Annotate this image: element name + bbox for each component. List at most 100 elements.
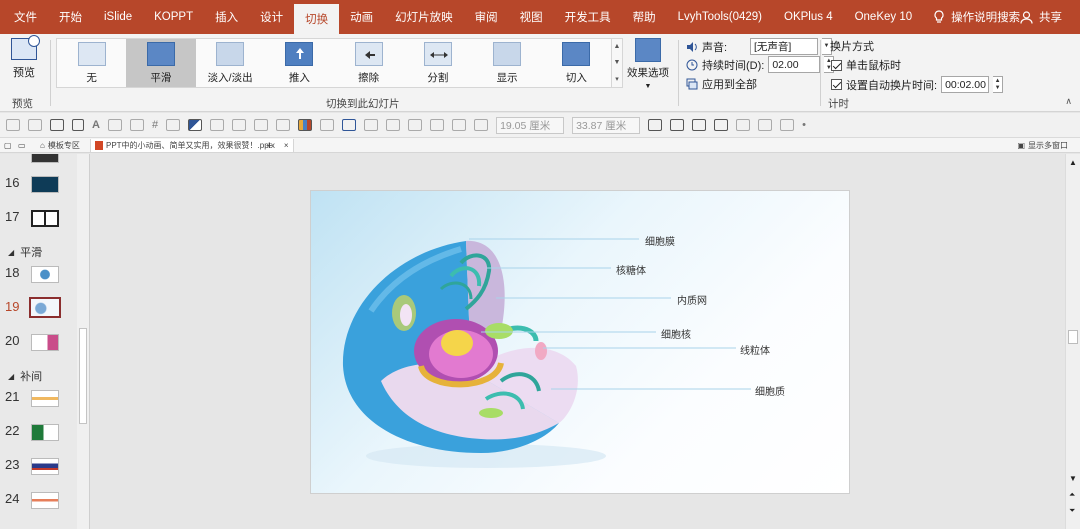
- chart-icon[interactable]: [298, 119, 313, 131]
- transition-none[interactable]: 无: [57, 39, 126, 87]
- chevron-down-icon[interactable]: ▼: [614, 59, 621, 66]
- slide-item[interactable]: 24: [0, 488, 80, 512]
- section-header[interactable]: ◢ 平滑: [8, 244, 42, 260]
- gallery-scroll[interactable]: ▲ ▼ ▾: [612, 38, 623, 88]
- eyedropper-icon[interactable]: [232, 119, 247, 131]
- more-icon[interactable]: •: [802, 119, 806, 131]
- after-time-checkbox[interactable]: 设置自动换片时间: 00:02.00 ▲ ▼: [831, 76, 1004, 93]
- tab-animations[interactable]: 动画: [339, 0, 384, 34]
- transition-fade[interactable]: 淡入/淡出: [196, 39, 265, 87]
- align-icon[interactable]: [166, 119, 181, 131]
- slide-thumbnail[interactable]: [31, 154, 59, 163]
- transition-cut[interactable]: 切入: [542, 39, 611, 87]
- slide-item[interactable]: 18: [0, 262, 80, 286]
- picture-icon[interactable]: [648, 119, 663, 131]
- next-slide-icon[interactable]: ⏷: [1069, 506, 1075, 516]
- tab-developer[interactable]: 开发工具: [554, 0, 622, 34]
- tab-file[interactable]: 文件: [0, 0, 48, 34]
- shapes-icon[interactable]: [320, 119, 335, 131]
- checkbox-checked[interactable]: [831, 59, 842, 71]
- after-time-input[interactable]: 00:02.00: [941, 76, 990, 93]
- slide-item[interactable]: 23: [0, 454, 80, 478]
- copy-icon[interactable]: [692, 119, 707, 131]
- apply-all-button[interactable]: 应用到全部: [686, 76, 757, 92]
- share-button[interactable]: 共享: [1020, 0, 1062, 34]
- transition-split[interactable]: 分割: [403, 39, 472, 87]
- tab-okplus[interactable]: OKPlus 4: [773, 0, 844, 34]
- font-color-icon[interactable]: A: [92, 119, 100, 131]
- chevron-down-icon[interactable]: ▼: [995, 85, 1001, 92]
- chevron-up-icon[interactable]: ▲: [995, 78, 1001, 85]
- doc-tab-current[interactable]: PPT中的小动画、简单又实用，效果很赞！.pptx ×: [90, 139, 294, 152]
- tab-review[interactable]: 审阅: [464, 0, 509, 34]
- more-icon[interactable]: ▾: [615, 75, 619, 83]
- distribute-icon[interactable]: [474, 119, 489, 131]
- frame-icon[interactable]: [50, 119, 64, 131]
- chevron-down-icon[interactable]: ▼: [1069, 474, 1077, 483]
- section-header[interactable]: ◢ 补间: [8, 368, 42, 384]
- format-painter-icon[interactable]: [758, 119, 773, 131]
- chevron-up-icon[interactable]: ▲: [1069, 158, 1077, 167]
- shape-width-field[interactable]: 19.05 厘米: [496, 116, 565, 134]
- new-doc-icon[interactable]: ▢: [4, 139, 12, 152]
- arrange-icon[interactable]: [736, 119, 751, 131]
- tab-insert[interactable]: 插入: [204, 0, 249, 34]
- after-time-stepper[interactable]: ▲ ▼: [993, 76, 1004, 93]
- add-tab-button[interactable]: +: [266, 139, 272, 152]
- align-top-icon[interactable]: [430, 119, 445, 131]
- tell-me-search[interactable]: 操作说明搜索: [933, 9, 1020, 25]
- slide-item[interactable]: 20: [0, 330, 80, 354]
- rotate-icon[interactable]: [364, 119, 379, 131]
- slide-item[interactable]: 22: [0, 420, 80, 444]
- show-multi-window-button[interactable]: ▣ 显示多窗口: [1017, 139, 1068, 152]
- slides-scrollbar[interactable]: [77, 154, 89, 529]
- transition-morph[interactable]: 平滑: [126, 39, 196, 87]
- tab-view[interactable]: 视图: [509, 0, 554, 34]
- on-click-checkbox[interactable]: 单击鼠标时: [831, 57, 901, 73]
- tab-islide[interactable]: iSlide: [93, 0, 143, 34]
- tab-koppt[interactable]: KOPPT: [143, 0, 204, 34]
- collapse-ribbon-icon[interactable]: ∧: [1065, 96, 1072, 107]
- canvas-scrollbar[interactable]: ▲ ▼ ⏶ ⏷: [1065, 154, 1080, 529]
- shape-effects-icon[interactable]: [129, 119, 144, 131]
- ungroup-icon[interactable]: [408, 119, 423, 131]
- tab-help[interactable]: 帮助: [622, 0, 667, 34]
- layout-icon[interactable]: [714, 119, 729, 131]
- tab-design[interactable]: 设计: [249, 0, 294, 34]
- duration-input[interactable]: 02.00: [768, 56, 821, 73]
- slide-item[interactable]: 21: [0, 386, 80, 410]
- folder-icon[interactable]: ▭: [18, 139, 26, 152]
- textbox-icon[interactable]: [72, 119, 84, 131]
- bucket-icon[interactable]: [210, 119, 225, 131]
- preview-button[interactable]: 预览: [6, 35, 42, 80]
- transition-reveal[interactable]: 显示: [473, 39, 542, 87]
- slide-item[interactable]: 16: [0, 172, 80, 196]
- image-icon[interactable]: [780, 119, 795, 131]
- merge-shapes-icon[interactable]: [342, 119, 357, 131]
- tab-slideshow[interactable]: 幻灯片放映: [384, 0, 464, 34]
- tab-lvyhtools[interactable]: LvyhTools(0429): [667, 0, 773, 34]
- shape-height-field[interactable]: 33.87 厘米: [572, 116, 641, 134]
- tab-home[interactable]: 开始: [48, 0, 93, 34]
- transition-wipe[interactable]: 擦除: [334, 39, 403, 87]
- grid-icon[interactable]: #: [152, 119, 158, 131]
- scroll-thumb[interactable]: [79, 328, 87, 424]
- lock-icon[interactable]: [6, 119, 20, 131]
- close-icon[interactable]: ×: [284, 141, 289, 150]
- slide-item[interactable]: 17: [0, 206, 80, 230]
- pen-icon[interactable]: [254, 119, 269, 131]
- eyedropper-icon[interactable]: [276, 119, 291, 131]
- slide-item-current[interactable]: 19: [0, 296, 80, 320]
- tab-transitions[interactable]: 切换: [294, 4, 340, 34]
- checkbox-checked[interactable]: [831, 79, 842, 90]
- prev-slide-icon[interactable]: ⏶: [1069, 490, 1075, 500]
- crop-icon[interactable]: [28, 119, 42, 131]
- delete-icon[interactable]: [670, 119, 685, 131]
- fill-color-icon[interactable]: [188, 119, 203, 131]
- align-middle-icon[interactable]: [452, 119, 467, 131]
- chevron-up-icon[interactable]: ▲: [614, 43, 621, 50]
- scroll-thumb[interactable]: [1068, 330, 1078, 344]
- group-icon[interactable]: [386, 119, 401, 131]
- transition-push[interactable]: 推入: [265, 39, 334, 87]
- current-slide[interactable]: 细胞膜 核糖体 内质网 细胞核 线粒体 细胞质: [310, 190, 850, 494]
